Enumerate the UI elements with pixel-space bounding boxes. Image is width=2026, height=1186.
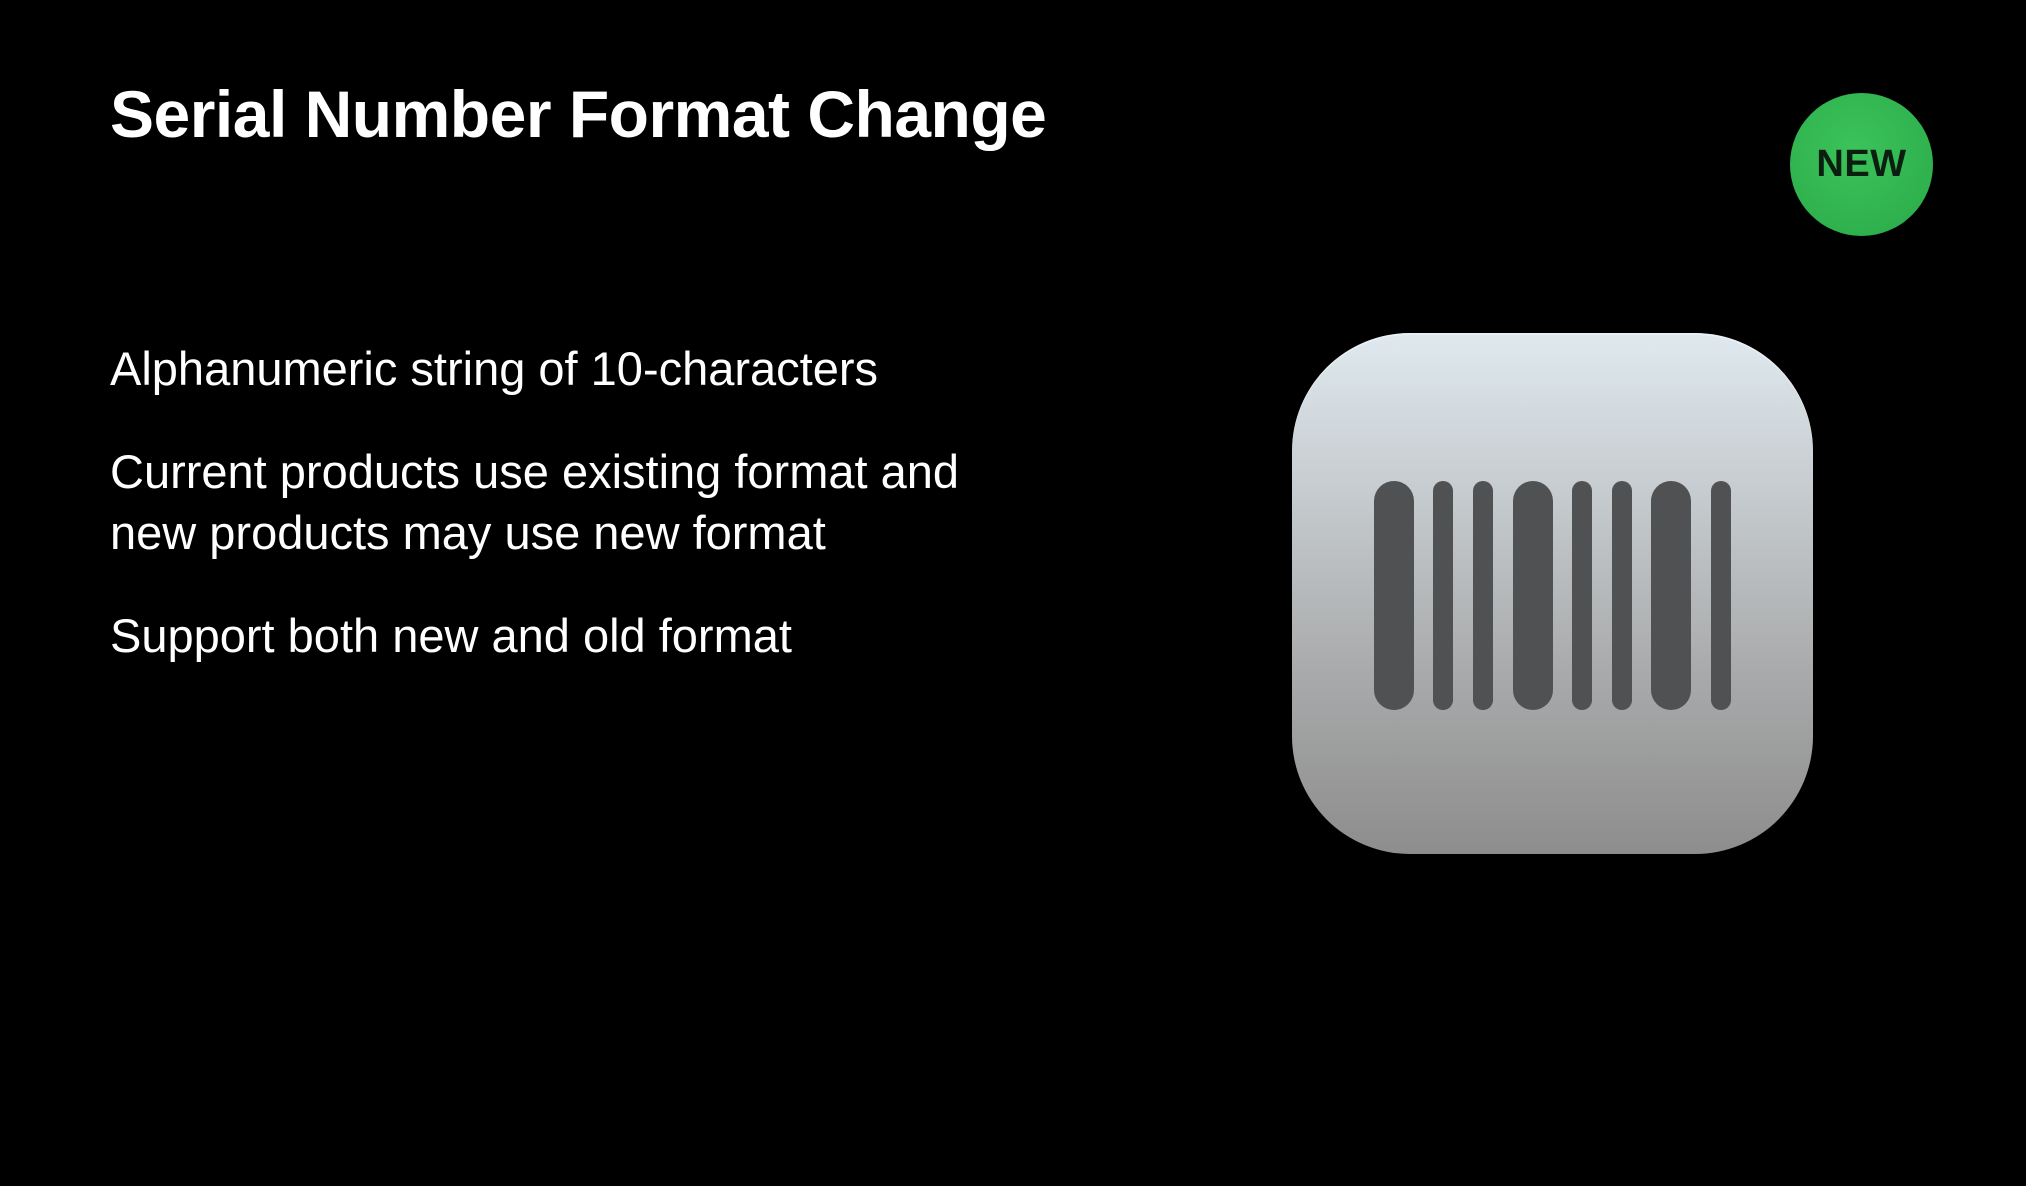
barcode-bar: [1374, 481, 1414, 710]
barcode-bar: [1612, 481, 1632, 710]
bullet-list: Alphanumeric string of 10-characters Cur…: [110, 338, 1110, 708]
bullet-item: Alphanumeric string of 10-characters: [110, 342, 879, 395]
barcode-bar: [1433, 481, 1453, 710]
slide: Serial Number Format Change NEW Alphanum…: [0, 0, 2026, 1186]
slide-title: Serial Number Format Change: [110, 77, 1047, 151]
barcode-bar: [1513, 481, 1553, 710]
barcode-app-icon: [1292, 333, 1813, 854]
new-badge-label: NEW: [1816, 143, 1907, 185]
barcode-bar: [1711, 481, 1731, 710]
barcode-bar: [1651, 481, 1691, 710]
barcode-bar: [1572, 481, 1592, 710]
barcode-bar: [1473, 481, 1493, 710]
barcode-icon: [1374, 481, 1731, 710]
bullet-item: Current products use existing format and…: [110, 445, 960, 559]
new-badge: NEW: [1790, 93, 1933, 236]
bullet-item: Support both new and old format: [110, 609, 792, 662]
